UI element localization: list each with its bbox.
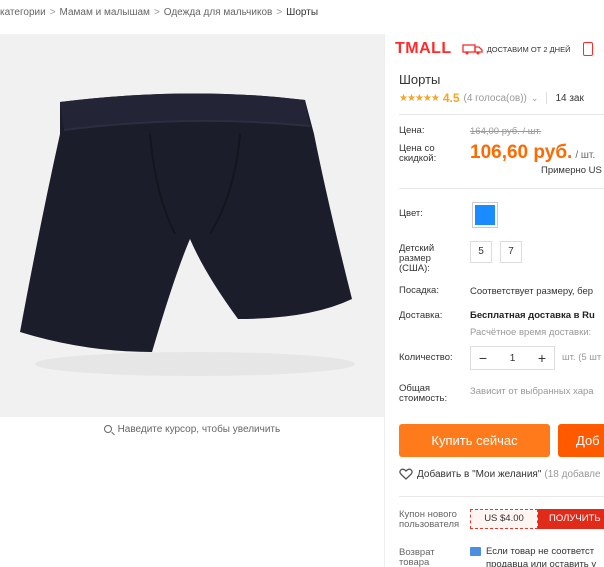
divider xyxy=(399,114,604,115)
color-label: Цвет: xyxy=(399,208,423,219)
color-swatch-blue[interactable] xyxy=(472,202,498,228)
tmall-logo[interactable]: TMALL xyxy=(395,40,452,58)
orders-count: 14 зак xyxy=(555,92,584,104)
discount-price-label: Цена со скидкой: xyxy=(399,143,437,164)
old-price: 164,00 руб. / шт. xyxy=(470,126,542,137)
guarantee-icon[interactable] xyxy=(582,42,593,56)
zoom-hint-text: Наведите курсор, чтобы увеличить xyxy=(117,424,281,435)
approx-price: Примерно US xyxy=(541,165,602,176)
discount-price: 106,60 руб. / шт. xyxy=(470,142,595,164)
breadcrumb-separator: > xyxy=(49,6,56,18)
quantity-label: Количество: xyxy=(399,352,453,363)
shipping-value[interactable]: Бесплатная доставка в Ru xyxy=(470,310,595,321)
chevron-down-icon[interactable]: ⌄ xyxy=(531,93,539,104)
breadcrumb-separator: > xyxy=(153,6,160,18)
total-value: Зависит от выбранных хара xyxy=(470,386,594,397)
quantity-stepper: − 1 + xyxy=(470,346,555,370)
buy-now-button[interactable]: Купить сейчас xyxy=(399,424,550,457)
wishlist-count: (18 добавле xyxy=(544,468,601,480)
heart-icon xyxy=(399,468,413,480)
price-label: Цена: xyxy=(399,125,425,136)
quantity-plus-button[interactable]: + xyxy=(530,350,554,366)
wishlist-row[interactable]: Добавить в "Мои желания" (18 добавле xyxy=(399,468,601,480)
breadcrumb-item-shorts: Шорты xyxy=(286,6,319,18)
coupon-label: Купон нового пользователя xyxy=(399,509,460,530)
fit-label: Посадка: xyxy=(399,285,439,296)
truck-icon xyxy=(462,44,483,55)
size-option-7[interactable]: 7 xyxy=(500,241,522,263)
shipping-estimate: Расчётное время доставки: xyxy=(470,327,592,338)
returns-line-1: Если товар не соответст xyxy=(486,546,595,557)
delivery-promo: ДОСТАВИМ ОТ 2 ДНЕЙ xyxy=(486,44,571,54)
returns-text: Если товар не соответст продавца или ост… xyxy=(486,545,596,567)
wishlist-link[interactable]: Добавить в "Мои желания" xyxy=(417,469,541,480)
breadcrumb-item-boys-clothing[interactable]: Одежда для мальчиков xyxy=(164,7,273,18)
fit-value: Соответствует размеру, бер xyxy=(470,286,594,297)
breadcrumb-separator: > xyxy=(276,6,283,18)
breadcrumb: категории > Мамам и малышам > Одежда для… xyxy=(0,0,604,24)
shipping-label: Доставка: xyxy=(399,310,443,321)
quantity-minus-button[interactable]: − xyxy=(471,350,495,366)
breadcrumb-item-moms-babies[interactable]: Мамам и малышам xyxy=(60,7,150,18)
divider xyxy=(399,496,604,497)
coupon-value: US $4.00 xyxy=(470,509,538,529)
magnifier-icon xyxy=(103,425,112,433)
returns-label: Возврат товара xyxy=(399,547,435,567)
price-unit: / шт. xyxy=(575,150,596,161)
votes-link[interactable]: (4 голоса(ов)) xyxy=(464,93,527,104)
breadcrumb-item-categories[interactable]: категории xyxy=(0,7,46,18)
discount-price-value: 106,60 руб. xyxy=(470,142,573,163)
product-info-panel: TMALL ДОСТАВИМ ОТ 2 ДНЕЙ Шорты ★★★★★ 4.5… xyxy=(395,34,604,567)
zoom-hint: Наведите курсор, чтобы увеличить xyxy=(0,424,384,435)
document-icon xyxy=(470,547,481,556)
size-label: Детский размер (США): xyxy=(399,243,435,274)
store-banner: TMALL ДОСТАВИМ ОТ 2 ДНЕЙ xyxy=(395,38,604,60)
add-to-cart-button[interactable]: Доб xyxy=(558,424,604,457)
rating-score: 4.5 xyxy=(442,91,460,105)
rating-row: ★★★★★ 4.5 (4 голоса(ов)) ⌄ 14 зак xyxy=(399,91,584,105)
product-image[interactable] xyxy=(0,34,384,417)
product-title: Шорты xyxy=(399,72,441,87)
total-label: Общая стоимость: xyxy=(399,383,448,404)
color-swatch-fill xyxy=(475,205,495,225)
shorts-image xyxy=(0,34,384,417)
size-option-5[interactable]: 5 xyxy=(470,241,492,263)
star-rating-icon: ★★★★★ xyxy=(399,92,440,104)
stock-info: шт. (5 шт xyxy=(562,352,602,363)
get-coupon-button[interactable]: ПОЛУЧИТЬ xyxy=(538,509,604,529)
returns-line-2: продавца или оставить у xyxy=(486,559,597,567)
column-divider xyxy=(384,34,385,567)
divider xyxy=(399,188,604,189)
divider xyxy=(546,92,548,104)
quantity-input[interactable]: 1 xyxy=(495,353,530,364)
